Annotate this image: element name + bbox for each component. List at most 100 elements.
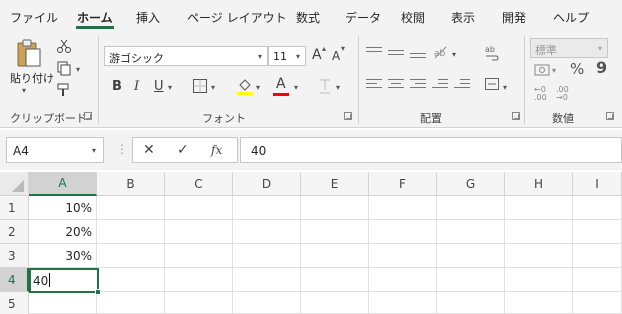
tab-developer[interactable]: 開発 xyxy=(502,9,526,26)
cell-i1[interactable] xyxy=(573,196,622,220)
comma-style-icon[interactable]: 9 xyxy=(596,60,607,76)
phonetic-guide-icon[interactable] xyxy=(318,76,332,96)
cell-i2[interactable] xyxy=(573,220,622,244)
decrease-indent-icon[interactable] xyxy=(432,78,448,90)
font-name-dropdown-icon[interactable]: ▾ xyxy=(258,52,262,61)
font-color-dropdown-icon[interactable]: ▾ xyxy=(294,83,298,92)
align-bottom-icon[interactable] xyxy=(410,46,426,58)
decrease-decimal-icon[interactable]: .00 →0 xyxy=(556,86,582,102)
cell-d3[interactable] xyxy=(233,244,301,268)
underline-button[interactable]: U xyxy=(154,80,164,93)
font-launcher-icon[interactable] xyxy=(344,112,352,120)
number-launcher-icon[interactable] xyxy=(606,112,614,120)
cell-c3[interactable] xyxy=(165,244,233,268)
column-header-e[interactable]: E xyxy=(301,172,369,196)
cell-d4[interactable] xyxy=(233,268,301,292)
merge-dropdown-icon[interactable]: ▾ xyxy=(503,83,507,92)
shrink-font-icon[interactable]: A xyxy=(332,50,340,62)
number-format-select[interactable]: 標準 xyxy=(530,38,608,58)
cell-i3[interactable] xyxy=(573,244,622,268)
cell-b1[interactable] xyxy=(97,196,165,220)
align-right-icon[interactable] xyxy=(410,78,426,90)
active-cell-a4[interactable]: 40 xyxy=(29,268,99,293)
alignment-launcher-icon[interactable] xyxy=(512,112,520,120)
row-header-5[interactable]: 5 xyxy=(0,292,29,314)
align-left-icon[interactable] xyxy=(366,78,382,90)
cell-g5[interactable] xyxy=(437,292,505,314)
font-color-icon[interactable]: A xyxy=(276,77,286,91)
tab-file[interactable]: ファイル xyxy=(10,9,58,26)
tab-review[interactable]: 校閲 xyxy=(401,9,425,26)
paste-label[interactable]: 貼り付け xyxy=(10,70,54,86)
cell-f5[interactable] xyxy=(369,292,437,314)
cell-a5[interactable] xyxy=(29,292,97,314)
underline-dropdown-icon[interactable]: ▾ xyxy=(168,83,172,92)
cell-e1[interactable] xyxy=(301,196,369,220)
cell-d2[interactable] xyxy=(233,220,301,244)
cell-f4[interactable] xyxy=(369,268,437,292)
column-header-a[interactable]: A xyxy=(29,172,97,196)
cell-e2[interactable] xyxy=(301,220,369,244)
cell-e3[interactable] xyxy=(301,244,369,268)
row-header-1[interactable]: 1 xyxy=(0,196,29,220)
cell-h2[interactable] xyxy=(505,220,573,244)
cell-c5[interactable] xyxy=(165,292,233,314)
tab-insert[interactable]: 挿入 xyxy=(136,9,160,26)
wrap-text-icon[interactable]: ab xyxy=(484,44,500,62)
tab-view[interactable]: 表示 xyxy=(451,9,475,26)
paste-icon[interactable] xyxy=(14,38,44,68)
column-header-b[interactable]: B xyxy=(97,172,165,196)
tab-data[interactable]: データ xyxy=(345,9,381,26)
row-header-3[interactable]: 3 xyxy=(0,244,29,268)
borders-dropdown-icon[interactable]: ▾ xyxy=(211,83,215,92)
cell-h5[interactable] xyxy=(505,292,573,314)
copy-icon[interactable] xyxy=(56,60,72,76)
orientation-icon[interactable]: ab xyxy=(432,44,448,60)
row-header-2[interactable]: 2 xyxy=(0,220,29,244)
orientation-dropdown-icon[interactable]: ▾ xyxy=(452,50,456,59)
align-top-icon[interactable] xyxy=(366,46,382,58)
cell-f3[interactable] xyxy=(369,244,437,268)
column-header-h[interactable]: H xyxy=(505,172,573,196)
column-header-c[interactable]: C xyxy=(165,172,233,196)
tab-home[interactable]: ホーム xyxy=(77,9,113,26)
cell-d1[interactable] xyxy=(233,196,301,220)
tab-page-layout[interactable]: ページ レイアウト xyxy=(187,9,287,26)
font-name-select[interactable]: 游ゴシック xyxy=(104,46,268,66)
tab-help[interactable]: ヘルプ xyxy=(553,9,589,26)
cell-h1[interactable] xyxy=(505,196,573,220)
cell-e5[interactable] xyxy=(301,292,369,314)
formula-input[interactable]: 40 xyxy=(240,137,622,163)
cell-c1[interactable] xyxy=(165,196,233,220)
phonetic-dropdown-icon[interactable]: ▾ xyxy=(336,83,340,92)
cut-icon[interactable] xyxy=(56,38,72,54)
tab-formulas[interactable]: 数式 xyxy=(296,9,320,26)
cell-c4[interactable] xyxy=(165,268,233,292)
accounting-dropdown-icon[interactable]: ▾ xyxy=(552,66,556,75)
cell-g2[interactable] xyxy=(437,220,505,244)
cell-d5[interactable] xyxy=(233,292,301,314)
increase-indent-icon[interactable] xyxy=(454,78,470,90)
cell-g3[interactable] xyxy=(437,244,505,268)
number-format-dropdown-icon[interactable]: ▾ xyxy=(598,44,602,53)
font-size-dropdown-icon[interactable]: ▾ xyxy=(296,52,300,61)
cell-a1[interactable]: 10% xyxy=(29,196,97,220)
bold-button[interactable]: B xyxy=(112,80,122,93)
cell-a2[interactable]: 20% xyxy=(29,220,97,244)
merge-center-icon[interactable] xyxy=(484,76,500,92)
column-header-g[interactable]: G xyxy=(437,172,505,196)
format-painter-icon[interactable] xyxy=(56,82,72,98)
increase-decimal-icon[interactable]: ←0 .00 xyxy=(534,86,558,102)
cell-i5[interactable] xyxy=(573,292,622,314)
cell-b4[interactable] xyxy=(97,268,165,292)
insert-function-icon[interactable]: fx xyxy=(211,143,222,157)
fill-color-dropdown-icon[interactable]: ▾ xyxy=(256,83,260,92)
italic-button[interactable]: I xyxy=(134,80,139,93)
copy-dropdown-icon[interactable]: ▾ xyxy=(76,65,80,74)
font-size-select[interactable]: 11 xyxy=(268,46,306,66)
cancel-icon[interactable]: ✕ xyxy=(143,142,155,158)
row-header-4[interactable]: 4 xyxy=(0,268,29,292)
name-box-dropdown-icon[interactable]: ▾ xyxy=(92,146,96,155)
cell-i4[interactable] xyxy=(573,268,622,292)
cell-f2[interactable] xyxy=(369,220,437,244)
